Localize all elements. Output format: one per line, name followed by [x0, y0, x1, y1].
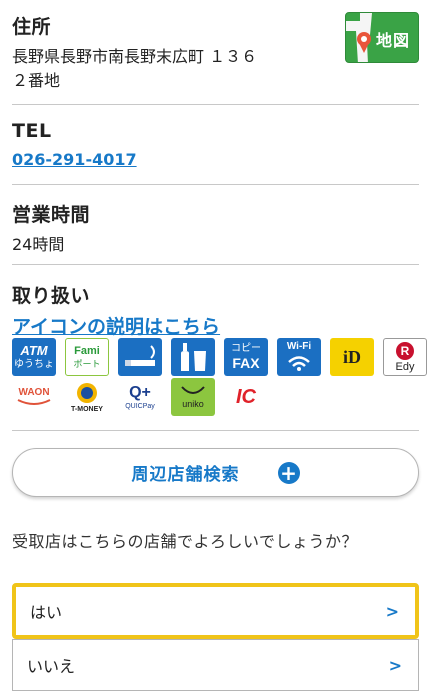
divider	[12, 430, 419, 431]
services-icons-row2: WAON T-MONEY Q+ QUICPay uniko IC	[12, 378, 268, 416]
tel-link[interactable]: 026-291-4017	[12, 150, 137, 169]
map-button[interactable]: 地図	[345, 12, 419, 63]
uniko-icon: uniko	[171, 378, 215, 416]
waon-icon: WAON	[12, 378, 56, 416]
famiport-icon: Fami ポート	[65, 338, 109, 376]
tel-section: TEL 026-291-4017	[12, 120, 419, 172]
id-icon: iD	[330, 338, 374, 376]
tel-label: TEL	[12, 120, 52, 142]
chevron-right-icon: >	[388, 655, 402, 675]
copy-fax-icon: コピー FAX	[224, 338, 268, 376]
nearby-store-search-button[interactable]: 周辺店舗検索 +	[12, 448, 419, 497]
services-section: 取り扱い アイコンの説明はこちら	[12, 281, 419, 339]
search-button-label: 周辺店舗検索	[131, 465, 240, 485]
icon-explanation-link[interactable]: アイコンの説明はこちら	[12, 316, 220, 338]
divider	[12, 264, 419, 265]
address-line2: ２番地	[12, 71, 61, 90]
tmoney-icon: T-MONEY	[65, 378, 109, 416]
liquor-icon	[171, 338, 215, 376]
quicpay-icon: Q+ QUICPay	[118, 378, 162, 416]
map-button-label: 地図	[376, 31, 411, 50]
hours-section: 営業時間 24時間	[12, 200, 419, 257]
yes-option-label: はい	[30, 603, 63, 622]
hours-label: 営業時間	[12, 204, 91, 226]
confirm-question: 受取店はこちらの店舗でよろしいでしょうか？	[12, 532, 359, 551]
edy-icon: R Edy	[383, 338, 427, 376]
chevron-right-icon: >	[385, 601, 399, 621]
divider	[12, 184, 419, 185]
services-label: 取り扱い	[12, 285, 91, 307]
plus-icon: +	[277, 461, 300, 484]
services-icons-row1: ATM ゆうちょ Fami ポート コピー FAX Wi-Fi iD R Edy	[12, 338, 427, 376]
cigarette-icon	[118, 338, 162, 376]
yes-option[interactable]: はい >	[12, 583, 419, 639]
ic-icon: IC	[224, 378, 268, 416]
divider	[12, 104, 419, 105]
no-option-label: いいえ	[27, 657, 76, 676]
atm-icon: ATM ゆうちょ	[12, 338, 56, 376]
wifi-icon: Wi-Fi	[277, 338, 321, 376]
hours-value: 24時間	[12, 235, 65, 254]
no-option[interactable]: いいえ >	[12, 639, 419, 691]
